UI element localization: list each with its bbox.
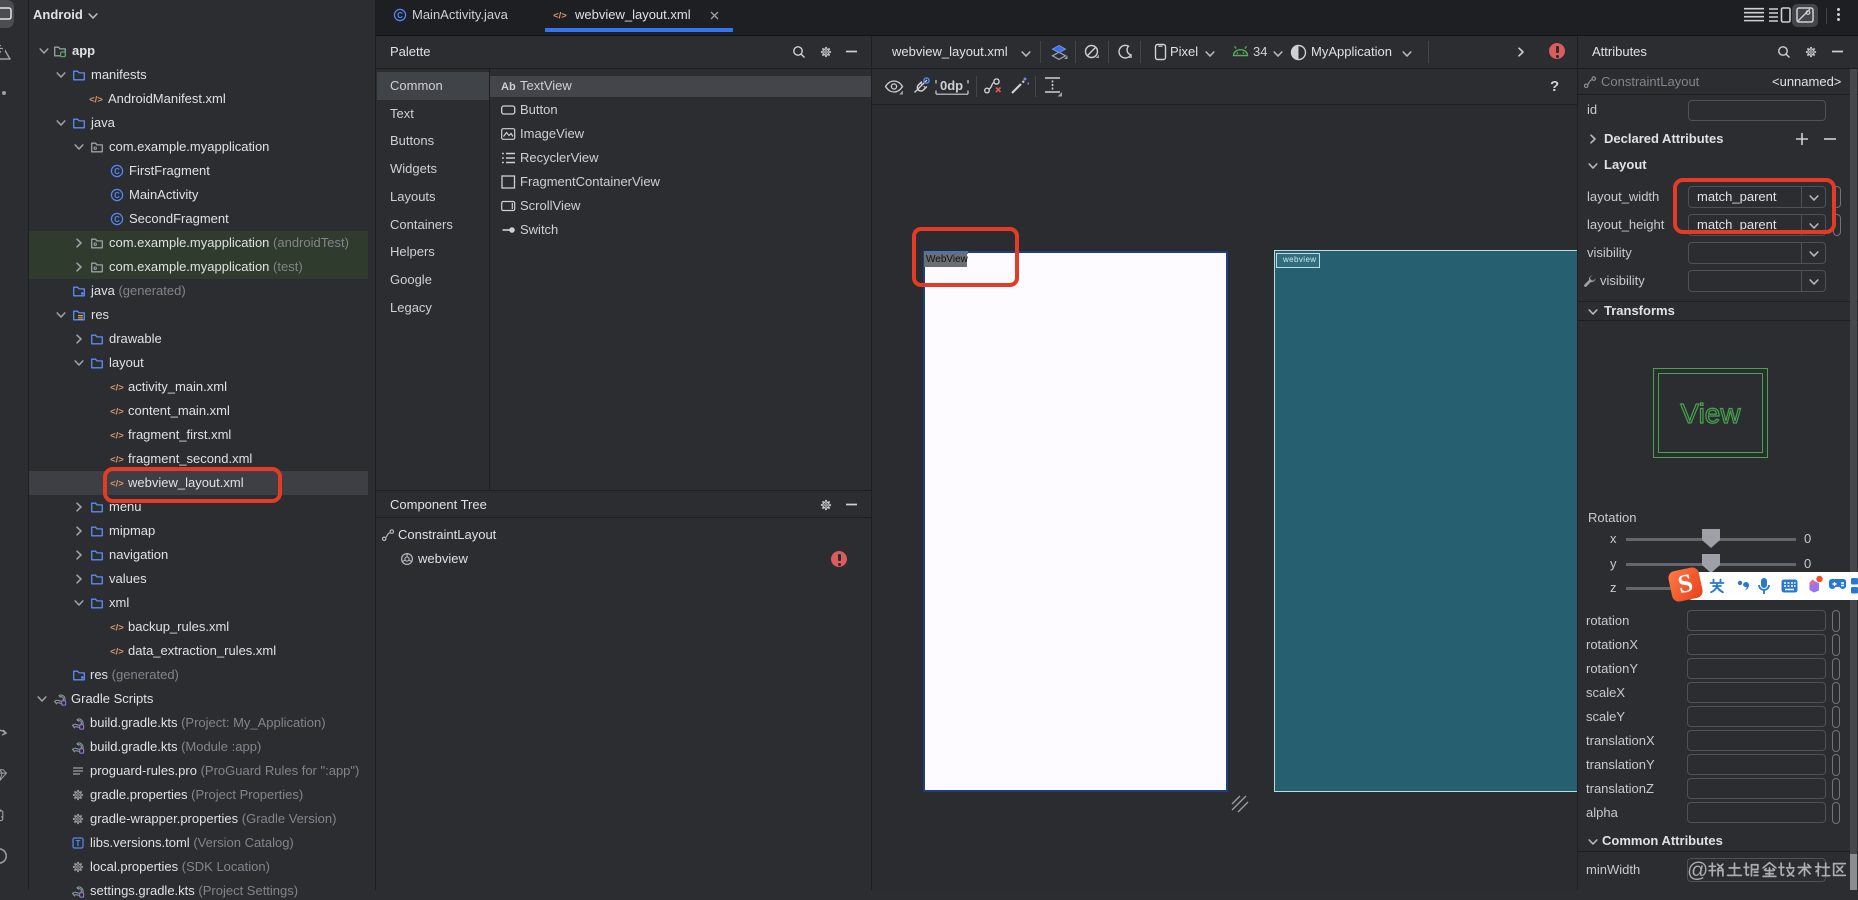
svg-text:</>: </>	[553, 11, 567, 22]
svg-text:</>: </>	[110, 455, 124, 466]
svg-text:</>: </>	[110, 383, 124, 394]
svg-text:</>: </>	[110, 647, 124, 658]
svg-text:C: C	[114, 191, 120, 200]
svg-text:C: C	[114, 215, 120, 224]
svg-text:T: T	[76, 839, 81, 848]
svg-text:C: C	[114, 167, 120, 176]
svg-text:C: C	[397, 11, 403, 20]
svg-text:</>: </>	[110, 407, 124, 418]
svg-text:Ab: Ab	[501, 81, 516, 93]
svg-text:</>: </>	[110, 623, 124, 634]
svg-text:</>: </>	[110, 431, 124, 442]
svg-text:</>: </>	[89, 95, 103, 106]
